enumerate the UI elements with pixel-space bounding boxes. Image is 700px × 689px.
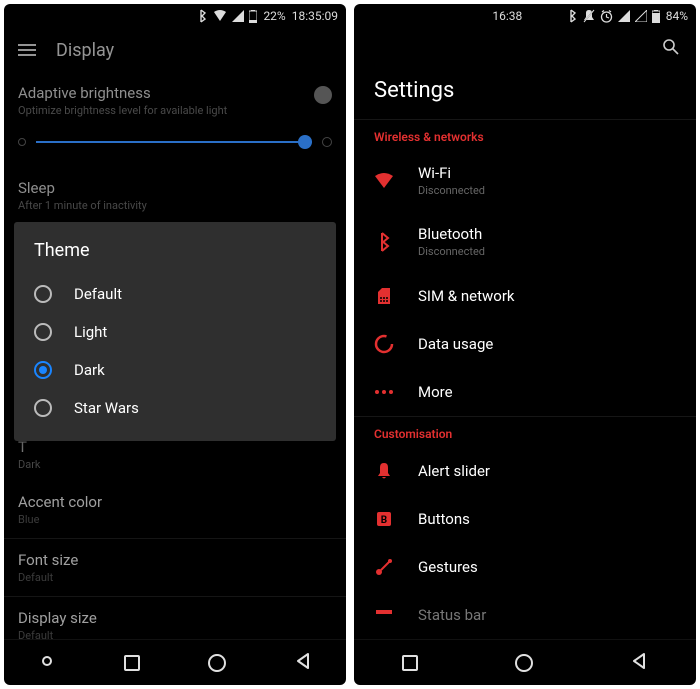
status-bar-item[interactable]: Status bar (354, 591, 696, 629)
gestures-icon (374, 557, 394, 577)
more-title: More (418, 383, 453, 401)
gestures-title: Gestures (418, 558, 478, 576)
brightness-slider-row (4, 123, 346, 169)
radio-icon[interactable] (34, 399, 52, 417)
alert-slider-title: Alert slider (418, 462, 490, 480)
theme-option-default[interactable]: Default (30, 275, 320, 313)
sleep-title: Sleep (18, 179, 332, 197)
sim-title: SIM & network (418, 287, 515, 305)
bluetooth-icon (374, 232, 394, 252)
data-usage-item[interactable]: Data usage (354, 320, 696, 368)
battery-percent: 22% (263, 9, 285, 23)
dnd-icon (583, 9, 595, 23)
buttons-item[interactable]: B Buttons (354, 495, 696, 543)
theme-option-dark[interactable]: Dark (30, 351, 320, 389)
bluetooth-icon (568, 9, 578, 23)
data-usage-title: Data usage (418, 335, 493, 353)
wifi-sub: Disconnected (418, 184, 485, 197)
phone-display-settings: 22% 18:35:09 Display Adaptive brightness… (4, 4, 346, 685)
bell-icon (374, 461, 394, 481)
radio-icon[interactable] (34, 285, 52, 303)
battery-icon (652, 10, 660, 23)
brightness-min-icon (18, 138, 26, 146)
font-size-title: Font size (18, 551, 332, 569)
display-size-title: Display size (18, 609, 332, 627)
font-size-row[interactable]: Font size Default (4, 539, 346, 597)
sleep-sub: After 1 minute of inactivity (18, 199, 332, 212)
nav-home-button[interactable] (515, 654, 533, 672)
status-bar-title: Status bar (418, 606, 486, 624)
bluetooth-icon (198, 9, 208, 23)
section-wireless: Wireless & networks (354, 120, 696, 150)
statusbar: 22% 18:35:09 (4, 4, 346, 28)
nav-home-button[interactable] (208, 654, 226, 672)
radio-icon[interactable] (34, 323, 52, 341)
theme-dialog-title: Theme (30, 240, 320, 261)
clock-left: 16:38 (492, 9, 522, 23)
more-icon (374, 382, 394, 402)
buttons-title: Buttons (418, 510, 470, 528)
wifi-icon (213, 10, 227, 22)
more-item[interactable]: More (354, 368, 696, 416)
alarm-icon (600, 10, 613, 23)
hamburger-icon[interactable] (18, 44, 36, 56)
display-size-sub: Default (18, 629, 332, 642)
page-title: Display (56, 40, 114, 61)
bluetooth-sub: Disconnected (418, 245, 485, 258)
buttons-icon: B (374, 509, 394, 529)
alert-slider-item[interactable]: Alert slider (354, 447, 696, 495)
accent-color-title: Accent color (18, 493, 332, 511)
sim-item[interactable]: SIM & network (354, 272, 696, 320)
settings-title: Settings (354, 60, 696, 119)
navigation-bar (354, 639, 696, 685)
signal-icon (232, 10, 244, 22)
battery-percent: 84% (666, 9, 688, 23)
nav-back-button[interactable] (630, 652, 648, 674)
section-customisation: Customisation (354, 417, 696, 447)
wifi-title: Wi-Fi (418, 164, 485, 182)
nav-recent-button[interactable] (124, 655, 140, 671)
wifi-item[interactable]: Wi-Fi Disconnected (354, 150, 696, 211)
sim-icon (374, 286, 394, 306)
brightness-slider-thumb[interactable] (298, 135, 312, 149)
phone-settings: 16:38 84% Settings (354, 4, 696, 685)
brightness-slider[interactable] (36, 141, 312, 143)
gestures-item[interactable]: Gestures (354, 543, 696, 591)
nav-back-button[interactable] (294, 652, 312, 674)
bluetooth-title: Bluetooth (418, 225, 485, 243)
battery-icon (249, 10, 257, 23)
nav-apps-icon[interactable] (38, 652, 56, 674)
accent-color-row[interactable]: Accent color Blue (4, 481, 346, 539)
adaptive-brightness-sub: Optimize brightness level for available … (18, 104, 314, 117)
status-bar-icon (374, 605, 394, 625)
signal-icon (618, 10, 630, 22)
theme-option-star-wars[interactable]: Star Wars (30, 389, 320, 427)
brightness-max-icon (322, 137, 332, 147)
svg-text:B: B (381, 515, 387, 526)
adaptive-brightness-row[interactable]: Adaptive brightness Optimize brightness … (4, 72, 346, 123)
adaptive-brightness-toggle[interactable] (314, 86, 332, 104)
sleep-row[interactable]: Sleep After 1 minute of inactivity (4, 169, 346, 222)
font-size-sub: Default (18, 571, 332, 584)
radio-icon-selected[interactable] (34, 361, 52, 379)
accent-color-sub: Blue (18, 513, 332, 526)
nav-recent-button[interactable] (402, 655, 418, 671)
clock: 18:35:09 (292, 9, 338, 23)
app-header: Display (4, 28, 346, 72)
bluetooth-item[interactable]: Bluetooth Disconnected (354, 211, 696, 272)
theme-option-light[interactable]: Light (30, 313, 320, 351)
signal-icon-2 (635, 10, 647, 22)
search-icon[interactable] (662, 38, 680, 60)
display-size-row[interactable]: Display size Default (4, 597, 346, 654)
statusbar: 16:38 84% (354, 4, 696, 28)
theme-dialog: Theme Default Light Dark Star Wars (14, 222, 336, 441)
wifi-icon (374, 171, 394, 191)
data-usage-icon (374, 334, 394, 354)
adaptive-brightness-title: Adaptive brightness (18, 84, 314, 102)
